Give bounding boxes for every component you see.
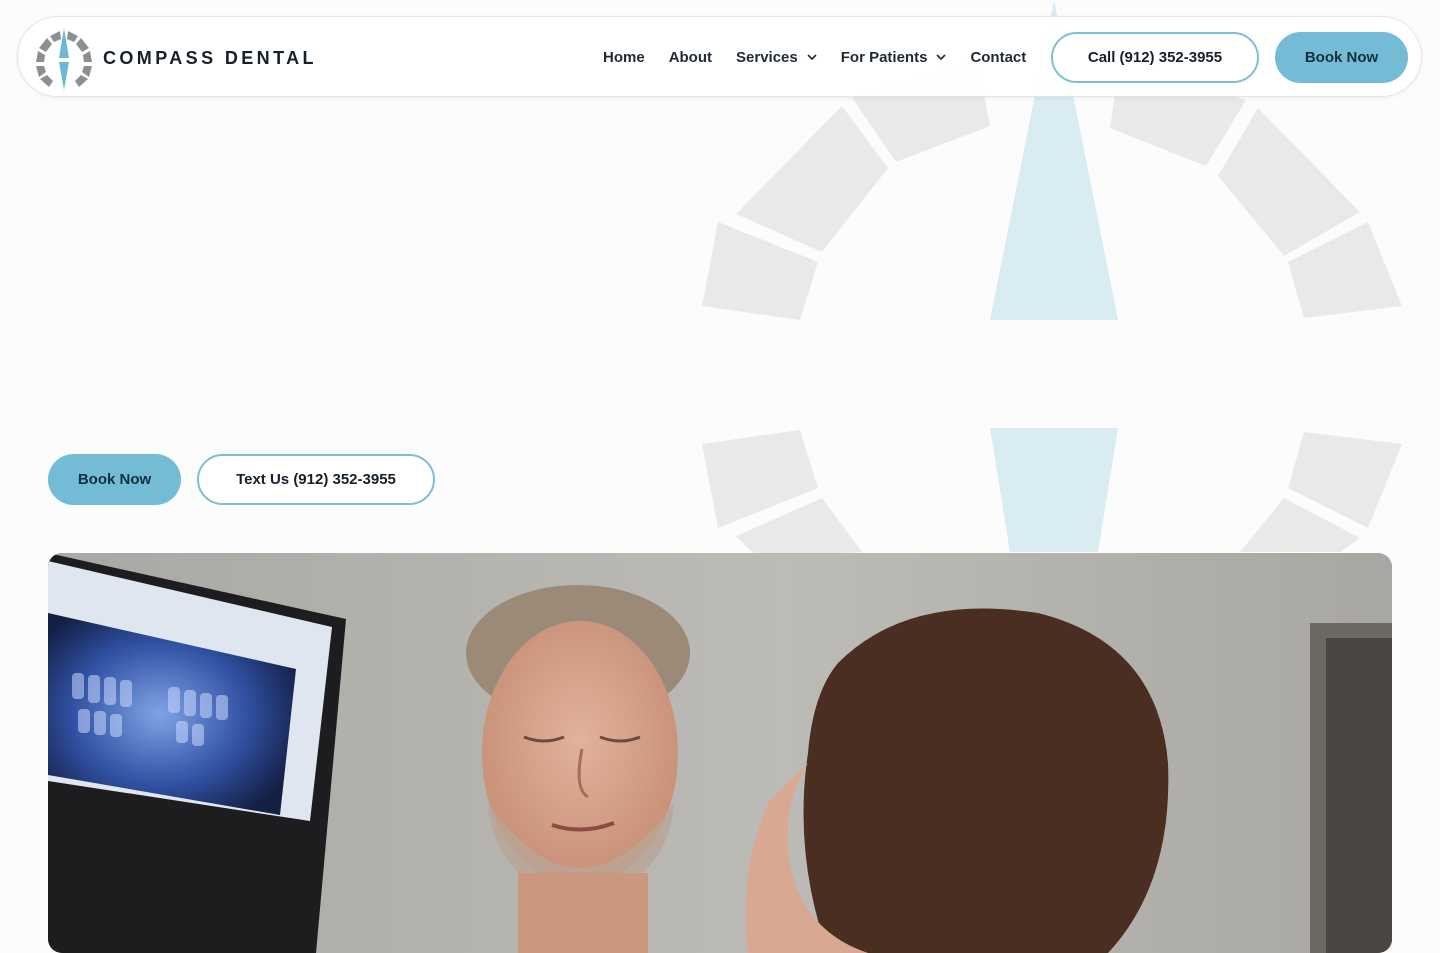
text-us-button[interactable]: Text Us (912) 352-3955 — [197, 454, 435, 505]
top-navbar: COMPASS DENTAL Home About Services For P… — [17, 16, 1422, 97]
brand-name: COMPASS DENTAL — [103, 47, 317, 68]
hero-photo — [48, 553, 1392, 953]
nav-link-about[interactable]: About — [669, 49, 712, 66]
site-logo[interactable]: COMPASS DENTAL — [32, 26, 317, 90]
main-nav: Home About Services For Patients Contact — [603, 17, 1050, 97]
nav-link-services[interactable]: Services — [736, 49, 817, 66]
book-now-button[interactable]: Book Now — [1275, 32, 1408, 83]
nav-link-home[interactable]: Home — [603, 49, 645, 66]
nav-link-services-label: Services — [736, 48, 798, 66]
nav-link-for-patients[interactable]: For Patients — [841, 49, 947, 66]
call-button[interactable]: Call (912) 352-3955 — [1051, 32, 1259, 83]
nav-link-contact[interactable]: Contact — [970, 49, 1026, 66]
chevron-down-icon — [936, 54, 947, 60]
nav-link-for-patients-label: For Patients — [840, 48, 928, 66]
hero-book-now-button[interactable]: Book Now — [48, 454, 181, 505]
compass-logo-icon — [36, 28, 92, 90]
chevron-down-icon — [807, 54, 817, 60]
